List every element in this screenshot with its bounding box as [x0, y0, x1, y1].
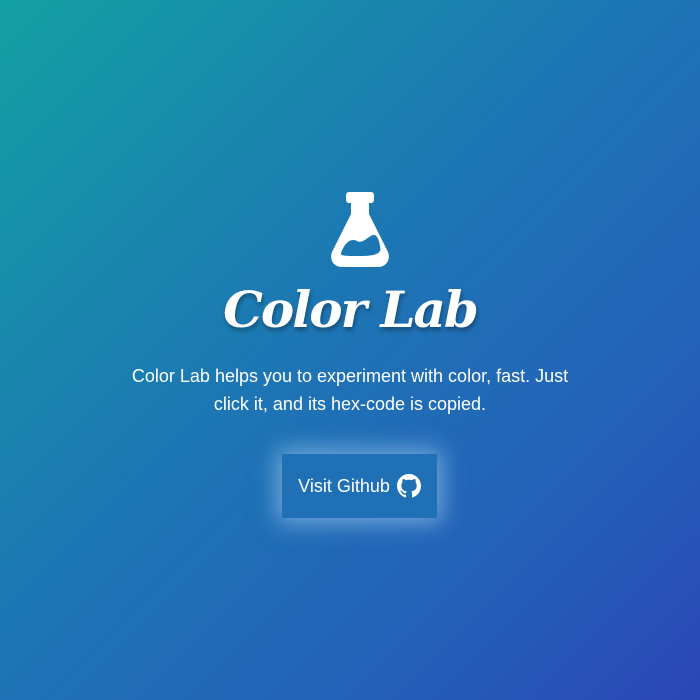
page-title: Color Lab: [223, 280, 479, 339]
hero-section: Color Lab Color Lab helps you to experim…: [0, 0, 700, 700]
flask-icon: [331, 192, 389, 267]
github-icon: [396, 474, 421, 498]
visit-github-label: Visit Github: [298, 475, 390, 496]
description-text: Color Lab helps you to experiment with c…: [131, 366, 569, 414]
visit-github-button[interactable]: Visit Github: [282, 454, 437, 518]
